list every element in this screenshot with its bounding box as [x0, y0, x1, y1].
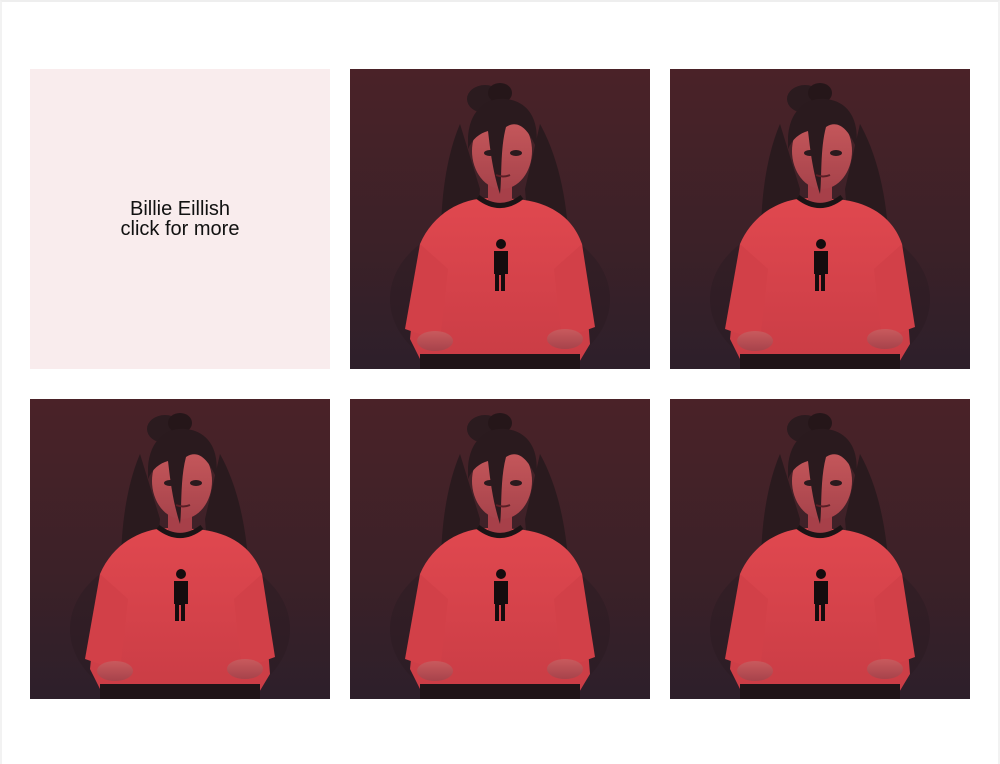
portrait-image	[350, 399, 650, 699]
photo-grid: Billie Eillish click for more	[30, 69, 970, 699]
portrait-image	[30, 399, 330, 699]
page: Billie Eillish click for more	[0, 0, 1000, 764]
photo-tile[interactable]	[670, 399, 970, 699]
info-card[interactable]: Billie Eillish click for more	[30, 69, 330, 369]
info-card-subtitle: click for more	[120, 218, 240, 240]
portrait-image	[350, 69, 650, 369]
info-card-title: Billie Eillish	[129, 198, 231, 220]
portrait-image	[670, 69, 970, 369]
photo-tile[interactable]	[350, 399, 650, 699]
portrait-image	[670, 399, 970, 699]
photo-tile[interactable]	[350, 69, 650, 369]
photo-tile[interactable]	[670, 69, 970, 369]
photo-tile[interactable]	[30, 399, 330, 699]
